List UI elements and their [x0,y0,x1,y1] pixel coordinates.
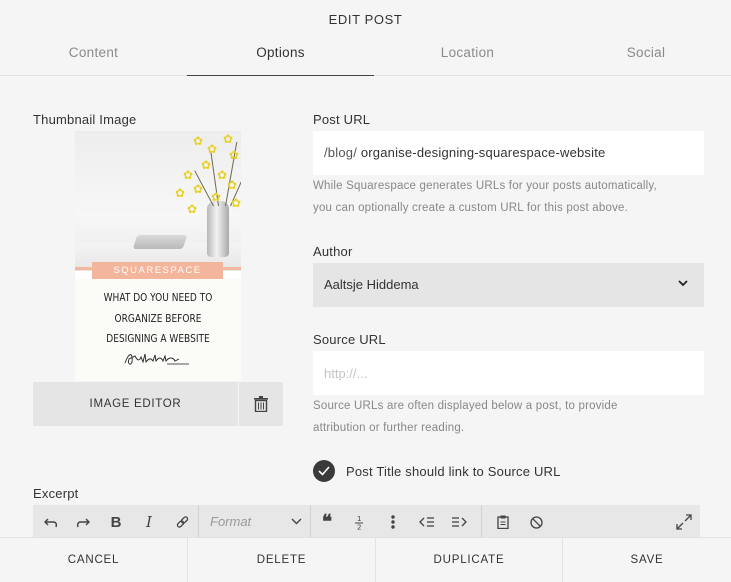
undo-button[interactable] [39,505,63,539]
italic-button[interactable]: I [137,505,161,539]
redo-button[interactable] [71,505,95,539]
link-button[interactable] [170,505,194,539]
author-select[interactable]: Aaltsje Hiddema [313,263,704,307]
svg-text:2: 2 [357,524,361,531]
thumbnail-label: Thumbnail Image [33,112,137,127]
format-select[interactable]: Format [200,505,304,539]
clear-format-button[interactable] [524,505,548,539]
thumbnail-image[interactable]: ✿ ✿ ✿ ✿ ✿ ✿ ✿ ✿ ✿ ✿ ✿ ✿ ✿ SQUARESPACE WH… [75,131,241,381]
excerpt-toolbar: B I Format ❝ 1 2 [33,505,700,539]
tab-bar: Content Options Location Social [0,40,731,76]
post-url-help: While Squarespace generates URLs for you… [313,180,657,214]
undo-icon [44,518,58,528]
numbered-list-button[interactable]: 1 2 [347,505,371,539]
url-prefix: /blog/ [324,145,358,160]
fullscreen-button[interactable] [672,505,696,539]
outdent-icon [419,517,434,527]
cancel-button[interactable]: CANCEL [0,538,187,582]
delete-image-button[interactable] [239,382,283,426]
svg-text:1: 1 [357,515,361,523]
checkmark-icon [318,466,330,476]
tab-content[interactable]: Content [0,40,187,76]
outdent-button[interactable] [415,505,439,539]
thumbnail-photo: ✿ ✿ ✿ ✿ ✿ ✿ ✿ ✿ ✿ ✿ ✿ ✿ ✿ [75,131,241,271]
source-url-help: Source URLs are often displayed below a … [313,400,618,434]
thumbnail-banner: SQUARESPACE [92,262,223,279]
block-icon [529,515,543,529]
numbered-list-icon: 1 2 [355,515,363,531]
signature-logo [124,353,189,365]
tab-location[interactable]: Location [374,40,561,76]
chevron-down-icon [291,518,302,525]
delete-button[interactable]: DELETE [188,538,375,582]
save-button[interactable]: SAVE [563,538,731,582]
header: EDIT POST Content Options Location Socia… [0,0,731,76]
author-label: Author [313,244,353,259]
clipboard-icon [497,515,509,529]
redo-icon [76,518,90,528]
quote-icon: ❝ [321,511,333,533]
flower-icon: ✿ [193,134,204,148]
author-value: Aaltsje Hiddema [324,277,419,292]
format-placeholder: Format [210,514,252,529]
tab-options[interactable]: Options [187,40,374,76]
source-url-label: Source URL [313,332,386,347]
indent-button[interactable] [447,505,471,539]
image-editor-button[interactable]: IMAGE EDITOR [33,382,238,426]
link-icon [176,515,188,528]
expand-icon [676,514,692,530]
duplicate-button[interactable]: DUPLICATE [376,538,562,582]
bullet-list-button[interactable] [381,505,405,539]
thumbnail-headline: WHAT DO YOU NEED TO ORGANIZE BEFORE DESI… [103,292,213,345]
vase-shape [207,201,229,257]
url-slug: organise-designing-squarespace-website [360,145,606,160]
bullet-list-icon [391,515,395,529]
trash-icon [254,396,268,412]
chevron-down-icon [678,280,688,287]
phone-shape [132,235,188,249]
link-title-checkbox[interactable] [313,460,335,482]
link-title-label: Post Title should link to Source URL [346,464,561,479]
dialog-title: EDIT POST [328,12,403,27]
tab-social[interactable]: Social [561,40,731,76]
footer-actions: CANCEL DELETE DUPLICATE SAVE [0,537,731,582]
excerpt-label: Excerpt [33,486,79,501]
paste-button[interactable] [491,505,515,539]
indent-icon [452,517,467,527]
source-url-input[interactable] [313,351,704,395]
post-url-label: Post URL [313,112,371,127]
bold-button[interactable]: B [104,505,128,539]
post-url-input[interactable]: /blog/ organise-designing-squarespace-we… [313,131,704,175]
quote-button[interactable]: ❝ [315,505,339,539]
